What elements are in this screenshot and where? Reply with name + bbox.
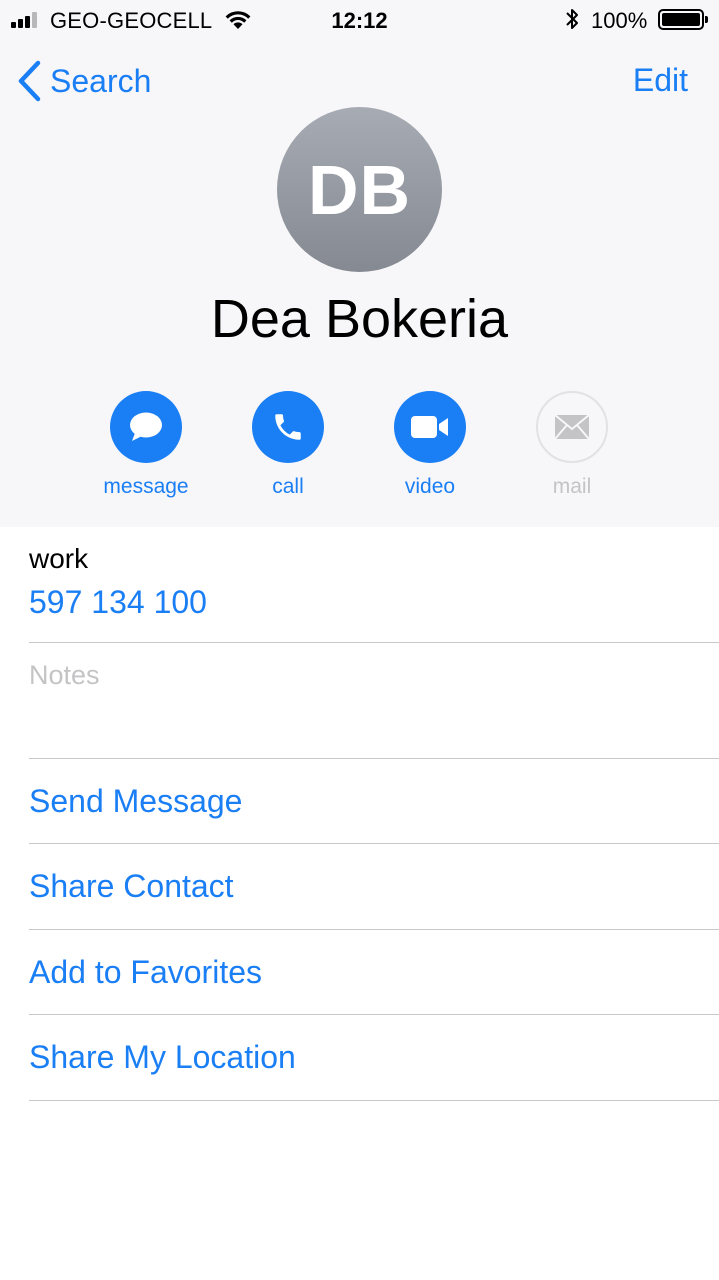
- bluetooth-icon: [566, 9, 578, 29]
- message-action-label: message: [103, 475, 189, 498]
- message-action-button[interactable]: message: [91, 391, 201, 499]
- back-button[interactable]: Search: [16, 58, 151, 104]
- divider: [29, 1100, 719, 1101]
- message-bubble-icon: [130, 412, 162, 441]
- add-to-favorites-button[interactable]: Add to Favorites: [29, 954, 262, 991]
- video-camera-icon: [411, 416, 448, 438]
- call-action-button[interactable]: call: [233, 391, 343, 499]
- envelope-icon: [554, 414, 590, 440]
- edit-button[interactable]: Edit: [633, 62, 688, 99]
- battery-icon: [658, 9, 708, 30]
- avatar-initials: DB: [307, 150, 412, 229]
- chevron-left-icon: [18, 60, 41, 102]
- mail-action-label: mail: [552, 475, 592, 498]
- divider: [29, 929, 719, 930]
- divider: [29, 758, 719, 759]
- divider: [29, 843, 719, 844]
- video-action-label: video: [404, 475, 456, 498]
- send-message-button[interactable]: Send Message: [29, 783, 242, 820]
- divider: [29, 642, 719, 643]
- notes-field[interactable]: Notes: [29, 660, 100, 691]
- video-action-button[interactable]: video: [375, 391, 485, 499]
- phone-number-link[interactable]: 597 134 100: [29, 584, 207, 621]
- phone-icon: [275, 414, 301, 440]
- mail-action-button[interactable]: mail: [517, 391, 627, 499]
- back-button-label: Search: [50, 62, 152, 99]
- battery-percentage: 100%: [591, 8, 648, 33]
- call-action-label: call: [272, 475, 304, 498]
- contact-name: Dea Bokeria: [210, 289, 509, 349]
- avatar: DB: [277, 107, 442, 272]
- status-bar: GEO-GEOCELL 12:12 100%: [0, 0, 719, 40]
- divider: [29, 1014, 719, 1015]
- share-my-location-button[interactable]: Share My Location: [29, 1039, 296, 1076]
- phone-type-label: work: [29, 543, 89, 574]
- share-contact-button[interactable]: Share Contact: [29, 868, 234, 905]
